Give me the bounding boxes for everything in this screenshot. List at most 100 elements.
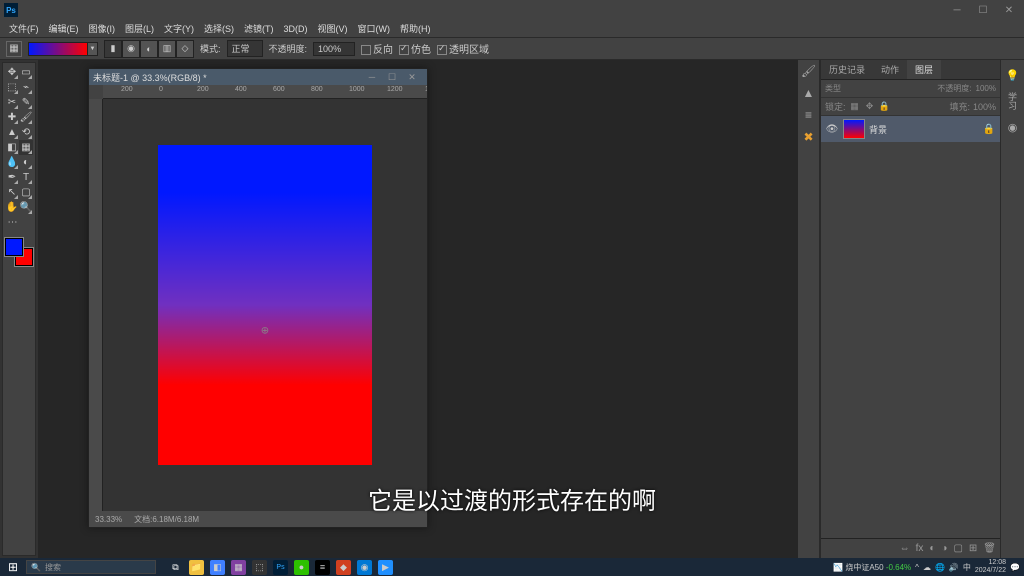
gradient-picker-dropdown[interactable]: ▼ [88, 42, 98, 56]
eyedropper-tool[interactable]: ✎ [19, 95, 33, 110]
menu-edit[interactable]: 编辑(E) [44, 22, 84, 35]
stamp-tool[interactable]: ▲ [5, 125, 19, 140]
menu-type[interactable]: 文字(Y) [159, 22, 199, 35]
brush-tool[interactable]: 🖌 [19, 110, 33, 125]
zoom-level[interactable]: 33.33% [95, 515, 122, 524]
vertical-ruler[interactable] [89, 99, 103, 511]
layer-mask-icon[interactable]: ◐ [929, 543, 935, 554]
doc-info[interactable]: 文档:6.18M/6.18M [134, 514, 199, 525]
gradient-tool[interactable]: ▦ [19, 140, 33, 155]
minimize-icon[interactable]: ─ [950, 5, 964, 16]
history-brush-tool[interactable]: ⟲ [19, 125, 33, 140]
artboard-tool[interactable]: ▭ [19, 65, 33, 80]
layer-lock-icon[interactable]: 🔒 [982, 124, 996, 135]
menu-filter[interactable]: 滤镜(T) [239, 22, 279, 35]
app-icon-6[interactable]: ▶ [378, 560, 393, 575]
tray-ime-icon[interactable]: 中 [963, 562, 971, 573]
delete-layer-icon[interactable]: 🗑 [983, 543, 996, 554]
close-icon[interactable]: ✕ [1002, 5, 1016, 16]
shape-tool[interactable]: ▢ [19, 185, 33, 200]
diamond-gradient-button[interactable]: ◇ [176, 40, 194, 58]
app-icon-1[interactable]: ◧ [210, 560, 225, 575]
layer-visibility-icon[interactable]: 👁 [825, 124, 839, 135]
start-button[interactable]: ⊞ [4, 560, 22, 574]
opacity-input[interactable]: 100% [313, 42, 355, 56]
taskbar-search[interactable]: 🔍 搜索 [26, 560, 156, 574]
horizontal-ruler[interactable]: 2000200400600800100012001400 [103, 85, 427, 99]
crop-tool[interactable]: ✂ [5, 95, 19, 110]
gradient-preview[interactable] [28, 42, 88, 56]
learn-label[interactable]: 学习 [1006, 92, 1019, 110]
tray-chevron-icon[interactable]: ^ [915, 563, 919, 572]
stock-widget[interactable]: 📉 烧中证A50 -0.64% [833, 562, 911, 573]
layer-thumbnail[interactable] [843, 119, 865, 139]
share-icon[interactable]: ◉ [1004, 118, 1022, 136]
menu-help[interactable]: 帮助(H) [395, 22, 436, 35]
menu-select[interactable]: 选择(S) [199, 22, 239, 35]
eraser-tool[interactable]: ◧ [5, 140, 19, 155]
lock-position-icon[interactable]: ✥ [864, 101, 876, 113]
doc-close-icon[interactable]: ✕ [405, 72, 419, 83]
menu-view[interactable]: 视图(V) [313, 22, 353, 35]
angle-gradient-button[interactable]: ◐ [140, 40, 158, 58]
healing-tool[interactable]: ✚ [5, 110, 19, 125]
new-layer-icon[interactable]: ⊞ [969, 543, 977, 554]
menu-3d[interactable]: 3D(D) [279, 24, 313, 34]
gradient-tool-icon[interactable]: ▦ [6, 41, 22, 57]
notifications-icon[interactable]: 💬 [1010, 563, 1020, 572]
move-tool[interactable]: ✥ [5, 65, 19, 80]
dither-checkbox[interactable]: 仿色 [399, 41, 431, 56]
zoom-tool[interactable]: 🔍 [19, 200, 33, 215]
explorer-icon[interactable]: 📁 [189, 560, 204, 575]
layer-kind-select[interactable]: 类型 [825, 83, 841, 94]
app-icon-3[interactable]: ⬚ [252, 560, 267, 575]
menu-layer[interactable]: 图层(L) [120, 22, 159, 35]
menu-file[interactable]: 文件(F) [4, 22, 44, 35]
edit-toolbar[interactable]: ⋯ [5, 215, 20, 230]
tray-volume-icon[interactable]: 🔊 [949, 563, 959, 572]
pen-tool[interactable]: ✒ [5, 170, 19, 185]
radial-gradient-button[interactable]: ◉ [122, 40, 140, 58]
blend-mode-select[interactable]: 正常 [227, 40, 263, 57]
linear-gradient-button[interactable]: ▮ [104, 40, 122, 58]
document-titlebar[interactable]: 未标题-1 @ 33.3%(RGB/8) * ─ ☐ ✕ [89, 69, 427, 85]
layer-name-label[interactable]: 背景 [869, 123, 978, 136]
warning-icon[interactable]: ✖ [803, 130, 813, 144]
layer-opacity-input[interactable]: 100% [976, 84, 996, 93]
reverse-checkbox[interactable]: 反向 [361, 41, 393, 56]
transparency-checkbox[interactable]: 透明区域 [437, 41, 489, 56]
layer-fx-icon[interactable]: fx [916, 543, 924, 554]
marquee-tool[interactable]: ⬚ [5, 80, 19, 95]
clone-panel-icon[interactable]: ▲ [803, 86, 815, 100]
dodge-tool[interactable]: ◐ [19, 155, 33, 170]
fill-input[interactable]: 100% [973, 102, 996, 112]
reflected-gradient-button[interactable]: ▥ [158, 40, 176, 58]
blur-tool[interactable]: 💧 [5, 155, 19, 170]
app-icon-2[interactable]: ▦ [231, 560, 246, 575]
layers-tab[interactable]: 图层 [907, 60, 941, 79]
lock-all-icon[interactable]: 🔒 [879, 101, 891, 113]
tray-cloud-icon[interactable]: ☁ [923, 563, 931, 572]
task-view-icon[interactable]: ⧉ [168, 560, 183, 575]
doc-maximize-icon[interactable]: ☐ [385, 72, 399, 83]
actions-tab[interactable]: 动作 [873, 60, 907, 79]
taskbar-clock[interactable]: 12:08 2024/7/22 [975, 559, 1006, 575]
photoshop-task-icon[interactable]: Ps [273, 560, 288, 575]
path-tool[interactable]: ↖ [5, 185, 19, 200]
history-tab[interactable]: 历史记录 [821, 60, 873, 79]
menu-window[interactable]: 窗口(W) [353, 22, 396, 35]
adjustment-layer-icon[interactable]: ◑ [941, 543, 947, 554]
hand-tool[interactable]: ✋ [5, 200, 19, 215]
brush-panel-icon[interactable]: 🖌 [801, 64, 816, 78]
foreground-color-swatch[interactable] [5, 238, 23, 256]
doc-minimize-icon[interactable]: ─ [365, 72, 379, 83]
wechat-icon[interactable]: ● [294, 560, 309, 575]
app-icon-5[interactable]: ◆ [336, 560, 351, 575]
lock-pixels-icon[interactable]: ▦ [849, 101, 861, 113]
lasso-tool[interactable]: ⌁ [19, 80, 33, 95]
layer-row-background[interactable]: 👁 背景 🔒 [821, 116, 1000, 142]
layer-group-icon[interactable]: ▢ [953, 543, 962, 554]
maximize-icon[interactable]: ☐ [976, 5, 990, 16]
app-icon-4[interactable]: ≡ [315, 560, 330, 575]
type-tool[interactable]: T [19, 170, 33, 185]
